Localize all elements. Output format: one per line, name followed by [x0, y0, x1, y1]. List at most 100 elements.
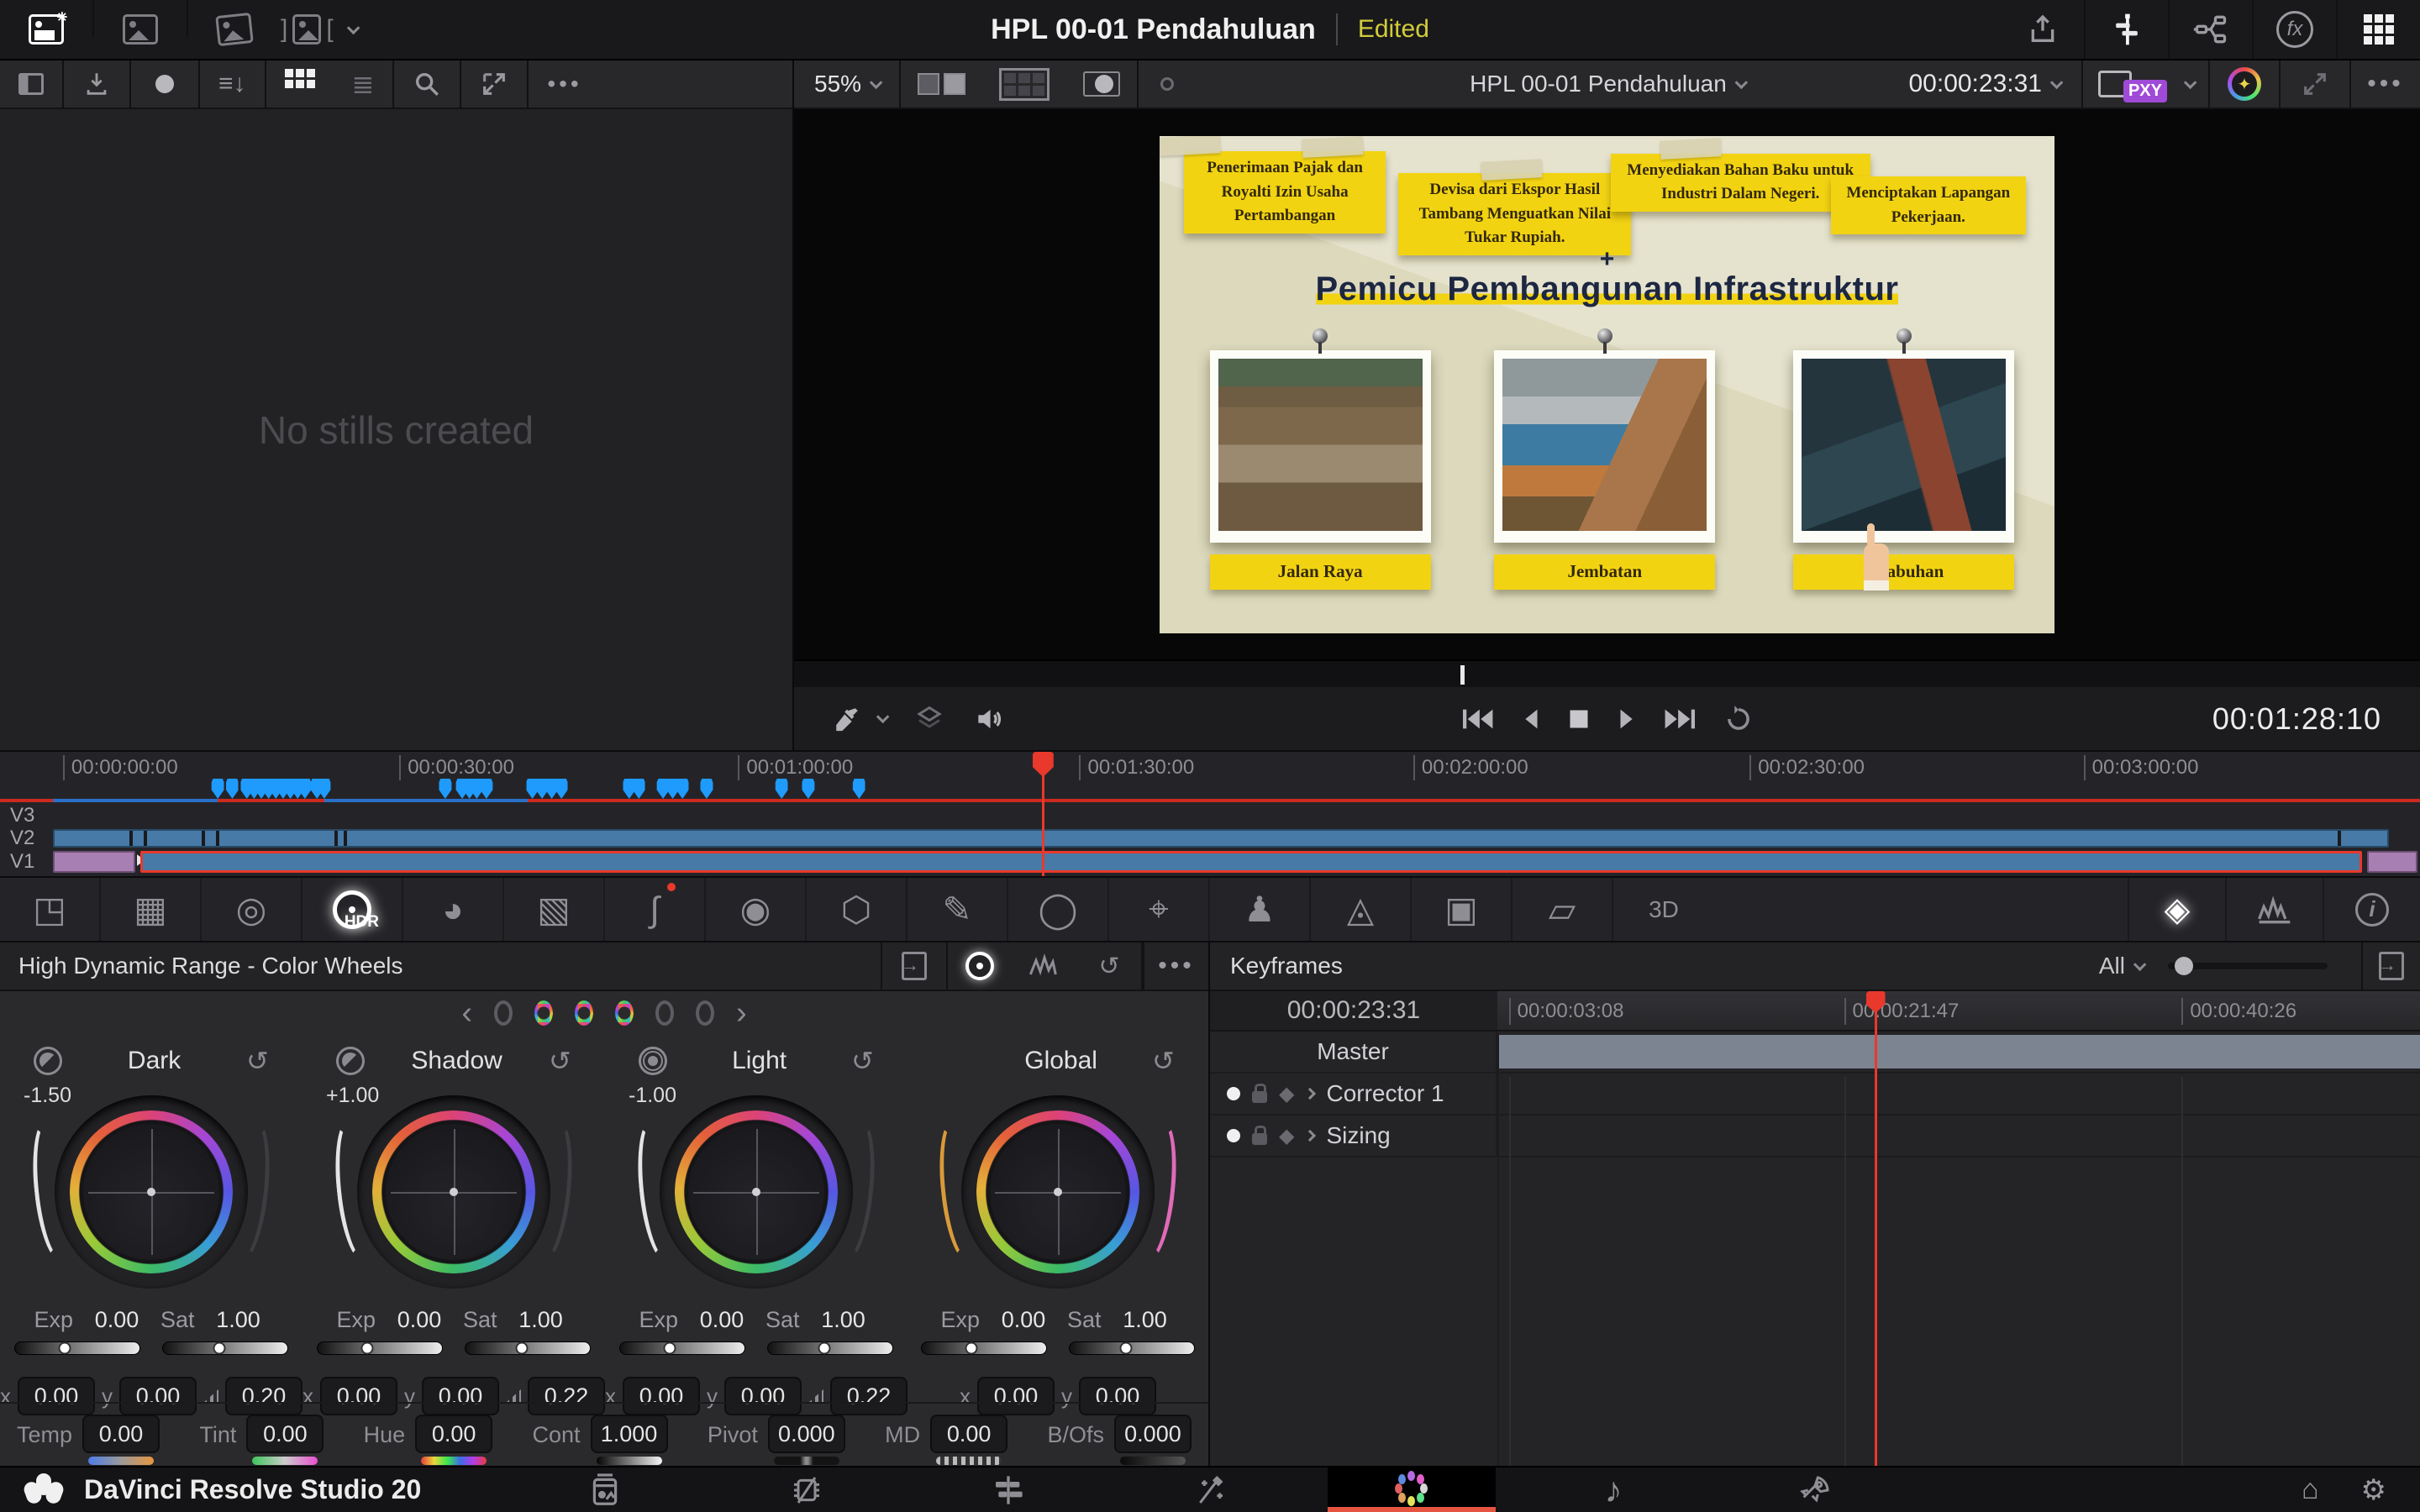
timeline-marker[interactable]: [211, 779, 224, 799]
color-wheels-icon[interactable]: ◎: [202, 878, 302, 941]
bofs-value[interactable]: 0.000: [1113, 1415, 1192, 1453]
sat-slider[interactable]: [1069, 1341, 1195, 1355]
keyframe-diamond-icon[interactable]: ◆: [1279, 1124, 1294, 1148]
wipe-layers-icon[interactable]: [914, 704, 944, 734]
keyframes-ruler[interactable]: 00:00:23:31 00:00:03:08 00:00:21:47 00:0…: [1210, 991, 2420, 1032]
stereo-3d-icon[interactable]: 3D: [1613, 878, 1714, 941]
fairlight-page-button[interactable]: ♪: [1529, 1467, 1697, 1512]
sat-value[interactable]: 1.00: [813, 1307, 874, 1333]
scopes-icon[interactable]: [2225, 878, 2323, 941]
color-wheel[interactable]: [934, 1095, 1182, 1289]
curves-icon[interactable]: ∫: [605, 878, 706, 941]
lock-icon[interactable]: [1252, 1084, 1267, 1103]
exp-value[interactable]: 0.00: [692, 1307, 752, 1333]
audio-mute-icon[interactable]: [973, 703, 1005, 735]
enhanced-viewer-wand-icon[interactable]: [2208, 60, 2279, 108]
timeline-marker[interactable]: [480, 779, 493, 799]
v1-clip-purple-end[interactable]: [2366, 851, 2418, 873]
gallery-zoom-knob[interactable]: [155, 75, 174, 93]
timeline-marker[interactable]: [852, 779, 865, 799]
gallery-options-icon[interactable]: •••: [529, 60, 600, 108]
keyframe-diamond-icon[interactable]: ◆: [1279, 1082, 1294, 1106]
v1-clip-selected[interactable]: [140, 851, 2362, 873]
sat-slider[interactable]: [162, 1341, 288, 1355]
expand-panel-icon[interactable]: [461, 60, 527, 108]
multi-view-icon[interactable]: [982, 60, 1066, 108]
color-match-icon[interactable]: ▦: [101, 878, 202, 941]
temp-value[interactable]: 0.00: [82, 1415, 160, 1453]
qualifier-icon[interactable]: ✎: [908, 878, 1008, 941]
camera-raw-icon[interactable]: ◳: [0, 878, 101, 941]
settings-gear-icon[interactable]: ⚙: [2361, 1473, 2386, 1507]
color-picker-icon[interactable]: [833, 705, 890, 733]
zone-dot-active[interactable]: [575, 1000, 593, 1026]
timeline-ruler[interactable]: 00:00:00:00 00:00:30:00 00:01:00:00 00:0…: [0, 752, 2420, 785]
grid-view-icon[interactable]: [266, 60, 334, 108]
tracker-icon[interactable]: ⌖: [1109, 878, 1210, 941]
blur-icon[interactable]: ◬: [1311, 878, 1412, 941]
expand-viewer-icon[interactable]: [2279, 60, 2349, 108]
color-page-button[interactable]: [1328, 1467, 1496, 1512]
shadow-range-icon[interactable]: [336, 1047, 365, 1075]
project-manager-home-icon[interactable]: ⌂: [2302, 1473, 2319, 1506]
tint-value[interactable]: 0.00: [246, 1415, 324, 1453]
color-slice-icon[interactable]: ◉: [706, 878, 807, 941]
edit-page-button[interactable]: [924, 1467, 1092, 1512]
color-wheel[interactable]: [329, 1095, 578, 1289]
keyframes-zoom-knob[interactable]: [2175, 957, 2193, 975]
hdr-wheels-mode-icon[interactable]: [946, 942, 1012, 990]
go-to-end-button[interactable]: [1664, 705, 1697, 733]
play-button[interactable]: [1617, 705, 1639, 733]
timeline-marker[interactable]: [632, 779, 645, 799]
keyframes-grid-area[interactable]: [1497, 1033, 2420, 1466]
viewer-options-icon[interactable]: •••: [2349, 60, 2420, 108]
chevron-right-icon[interactable]: [1304, 1129, 1317, 1142]
timeline-marker[interactable]: [225, 779, 239, 799]
color-warper-icon[interactable]: ⬡: [807, 878, 908, 941]
enable-dot-icon[interactable]: [1227, 1129, 1240, 1142]
sizing-icon[interactable]: ▱: [1512, 878, 1613, 941]
viewer-scrub-bar[interactable]: [794, 659, 2420, 687]
key-icon[interactable]: ▣: [1412, 878, 1512, 941]
export-icon[interactable]: [2002, 0, 2084, 59]
lock-icon[interactable]: [1252, 1126, 1267, 1145]
light-range-icon[interactable]: [639, 1047, 667, 1075]
reset-icon[interactable]: ↻: [246, 1045, 269, 1077]
go-to-start-button[interactable]: [1460, 705, 1494, 733]
sat-slider[interactable]: [767, 1341, 893, 1355]
timelines-icon[interactable]: [2086, 0, 2168, 59]
exp-slider[interactable]: [921, 1341, 1047, 1355]
hdr-curve-mode-icon[interactable]: [1012, 942, 1077, 990]
proxy-toggle[interactable]: PXY: [2081, 60, 2208, 108]
loop-button[interactable]: [1723, 703, 1754, 735]
keyframes-playhead[interactable]: [1874, 991, 1877, 1466]
zone-dot[interactable]: [696, 1000, 714, 1026]
dark-range-icon[interactable]: [34, 1047, 62, 1075]
list-view-icon[interactable]: ≣: [334, 60, 393, 108]
exp-slider[interactable]: [14, 1341, 140, 1355]
reset-icon[interactable]: ↻: [549, 1045, 571, 1077]
split-screen-stills-icon[interactable]: ][: [281, 14, 360, 45]
hdr-palette-icon[interactable]: HDR: [302, 878, 403, 941]
deliver-page-button[interactable]: [1731, 1467, 1899, 1512]
magic-mask-icon[interactable]: ♟: [1210, 878, 1311, 941]
timeline-marker[interactable]: [676, 779, 689, 799]
color-wheel[interactable]: [27, 1095, 276, 1289]
keyframes-toggle-icon[interactable]: ◈: [2128, 878, 2225, 941]
keyframes-expand-icon[interactable]: [2361, 942, 2420, 990]
keyframes-filter-select[interactable]: All: [2099, 953, 2147, 979]
fusion-page-button[interactable]: [1126, 1467, 1294, 1512]
exp-slider[interactable]: [619, 1341, 745, 1355]
stills-album-icon[interactable]: [123, 14, 158, 45]
v2-clip[interactable]: [53, 829, 2389, 848]
hue-value[interactable]: 0.00: [415, 1415, 493, 1453]
nav-left-icon[interactable]: ‹: [461, 997, 472, 1029]
gallery-stills-icon[interactable]: [215, 12, 254, 47]
timeline-marker[interactable]: [775, 779, 788, 799]
viewer-timecode[interactable]: 00:00:23:31: [1908, 70, 2081, 98]
contrast-value[interactable]: 1.000: [590, 1415, 668, 1453]
grab-still-download-icon[interactable]: [64, 60, 129, 108]
timeline-marker[interactable]: [802, 779, 815, 799]
enable-dot-icon[interactable]: [1227, 1087, 1240, 1100]
reset-icon[interactable]: ↻: [851, 1045, 874, 1077]
